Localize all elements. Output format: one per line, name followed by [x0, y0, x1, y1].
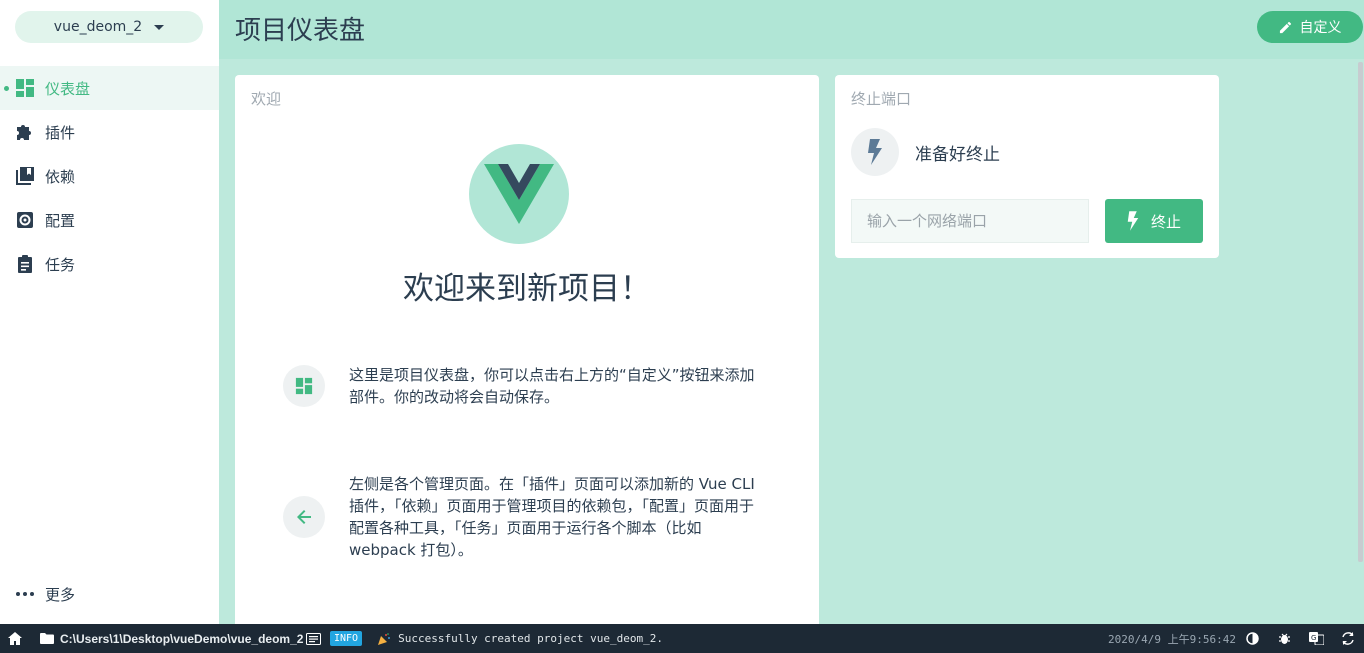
sidebar-item-label: 任务 [45, 255, 76, 274]
sidebar-item-label: 仪表盘 [45, 79, 91, 98]
refresh-icon[interactable] [1341, 632, 1355, 645]
arrow-left-icon [283, 496, 325, 538]
tip-navigation: 左侧是各个管理页面。在「插件」页面可以添加新的 Vue CLI 插件，「依赖」页… [283, 473, 763, 561]
sidebar-item-plugins[interactable]: 插件 [0, 110, 219, 154]
library-icon [15, 166, 35, 186]
page-title: 项目仪表盘 [235, 16, 366, 46]
log-timestamp: 2020/4/9 上午9:56:42 [1108, 632, 1236, 646]
dashboard-icon [283, 365, 325, 407]
sidebar-item-configuration[interactable]: 配置 [0, 198, 219, 242]
widget-title: 欢迎 [251, 90, 282, 108]
kill-port-widget: 终止端口 准备好终止 终止 [835, 75, 1219, 258]
more-horizontal-icon [15, 591, 35, 597]
vue-logo-icon [469, 144, 569, 244]
sidebar-item-tasks[interactable]: 任务 [0, 242, 219, 286]
info-badge: INFO [330, 631, 363, 646]
log-entry[interactable]: INFO Successfully created project vue_de… [330, 631, 663, 646]
status-bar: C:\Users\1\Desktop\vueDemo\vue_deom_2 IN… [0, 624, 1364, 653]
sidebar-item-label: 依赖 [45, 167, 76, 186]
pencil-icon [1279, 21, 1292, 34]
welcome-heading: 欢迎来到新项目！ [403, 271, 651, 307]
folder-path[interactable]: C:\Users\1\Desktop\vueDemo\vue_deom_2 [40, 632, 303, 646]
widget-title: 终止端口 [851, 90, 912, 108]
customize-button[interactable]: 自定义 [1257, 11, 1363, 43]
lightning-bolt-icon [1127, 211, 1139, 231]
tip-text: 左侧是各个管理页面。在「插件」页面可以添加新的 Vue CLI 插件，「依赖」页… [349, 475, 755, 559]
settings-icon [15, 210, 35, 230]
bug-icon[interactable] [1278, 632, 1291, 645]
sidebar-item-more[interactable]: 更多 [0, 572, 219, 616]
translate-icon[interactable]: G [1309, 632, 1324, 645]
home-icon[interactable] [8, 632, 22, 645]
console-icon[interactable] [306, 632, 321, 645]
welcome-widget: 欢迎 欢迎来到新项目！ 这里是项目仪表盘，你可以点击右上方的“自定义”按钮来添加… [235, 75, 819, 635]
sidebar-more-label: 更多 [45, 585, 76, 604]
caret-down-icon [154, 24, 165, 30]
project-selector[interactable]: vue_deom_2 [15, 11, 203, 43]
kill-status-text: 准备好终止 [915, 144, 1000, 165]
project-name: vue_deom_2 [53, 19, 143, 35]
kill-status: 准备好终止 [851, 128, 1000, 176]
folder-icon [40, 633, 54, 644]
dashboard-icon [15, 78, 35, 98]
sidebar: vue_deom_2 仪表盘 插件 依赖 配置 任务 更多 [0, 0, 219, 624]
dark-mode-icon[interactable] [1246, 632, 1259, 645]
party-popper-icon [378, 632, 391, 645]
scrollbar-thumb[interactable] [1358, 62, 1363, 562]
sidebar-item-label: 插件 [45, 123, 76, 142]
clipboard-icon [15, 254, 35, 274]
active-indicator [4, 86, 9, 91]
sidebar-item-label: 配置 [45, 211, 76, 230]
puzzle-icon [15, 122, 35, 142]
sidebar-nav: 仪表盘 插件 依赖 配置 任务 [0, 66, 219, 286]
log-message: Successfully created project vue_deom_2. [398, 632, 663, 645]
tip-dashboard: 这里是项目仪表盘，你可以点击右上方的“自定义”按钮来添加部件。你的改动将会自动保… [283, 364, 763, 408]
kill-button-label: 终止 [1150, 212, 1181, 231]
page-header: 项目仪表盘 自定义 [219, 0, 1364, 59]
lightning-bolt-icon [851, 128, 899, 176]
project-path: C:\Users\1\Desktop\vueDemo\vue_deom_2 [60, 631, 304, 646]
sidebar-item-dependencies[interactable]: 依赖 [0, 154, 219, 198]
customize-label: 自定义 [1299, 20, 1342, 36]
svg-text:G: G [1311, 634, 1316, 642]
port-input[interactable] [851, 199, 1089, 243]
sidebar-item-dashboard[interactable]: 仪表盘 [0, 66, 219, 110]
kill-button[interactable]: 终止 [1105, 199, 1203, 243]
tip-text: 这里是项目仪表盘，你可以点击右上方的“自定义”按钮来添加部件。你的改动将会自动保… [349, 366, 755, 406]
